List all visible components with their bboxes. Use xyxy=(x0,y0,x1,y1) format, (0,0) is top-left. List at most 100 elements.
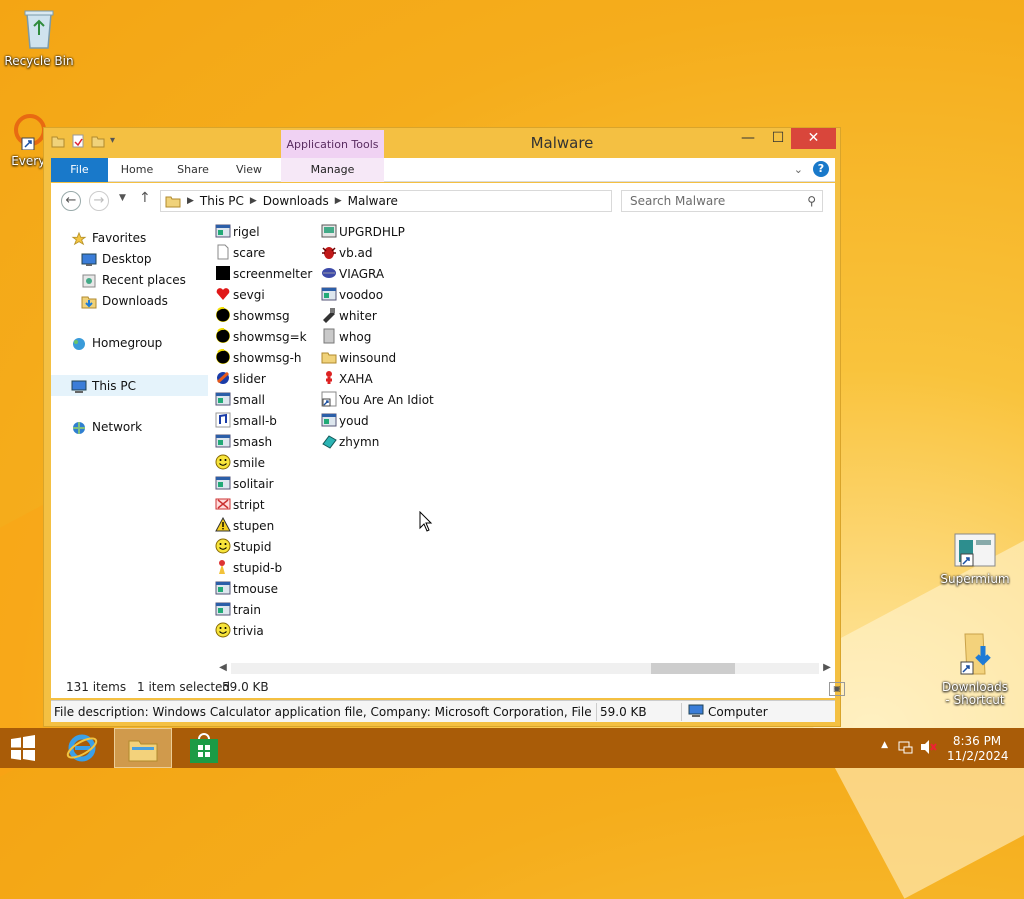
tab-home[interactable]: Home xyxy=(111,158,163,182)
title-bar[interactable]: ▾ Application Tools Malware — ☐ ✕ xyxy=(44,128,840,158)
nav-this-pc[interactable]: This PC xyxy=(51,375,208,396)
explorer-body: Favorites Desktop Recent places Download… xyxy=(51,218,835,684)
file-item[interactable]: slider xyxy=(215,369,266,390)
nav-label: Desktop xyxy=(102,252,152,266)
search-placeholder: Search Malware xyxy=(630,194,726,208)
file-name: voodoo xyxy=(339,288,384,302)
file-item[interactable]: tmouse xyxy=(215,579,278,600)
folder-icon[interactable] xyxy=(50,133,66,149)
file-item[interactable]: small xyxy=(215,390,265,411)
file-item[interactable]: showmsg=k xyxy=(215,327,307,348)
file-item[interactable]: smash xyxy=(215,432,272,453)
warning-icon xyxy=(215,516,231,533)
clock[interactable]: 8:36 PM 11/2/2024 xyxy=(947,734,1009,764)
search-input[interactable]: Search Malware ⚲ xyxy=(621,190,823,212)
desktop-icon-supermium[interactable]: Supermium xyxy=(938,532,1012,586)
customize-toolbar-icon[interactable]: ▾ xyxy=(110,133,126,149)
nav-desktop[interactable]: Desktop xyxy=(81,249,152,270)
file-name: UPGRDHLP xyxy=(339,225,405,239)
tab-share[interactable]: Share xyxy=(167,158,219,182)
file-item[interactable]: You Are An Idiot xyxy=(321,390,434,411)
start-button[interactable] xyxy=(0,728,46,768)
file-item[interactable]: train xyxy=(215,600,261,621)
new-folder-icon[interactable] xyxy=(90,133,106,149)
volume-muted-icon[interactable] xyxy=(920,739,938,758)
forward-button[interactable]: → xyxy=(89,191,109,211)
recent-locations-icon[interactable]: ▼ xyxy=(119,193,126,203)
file-item[interactable]: screenmelter xyxy=(215,264,312,285)
scroll-track[interactable] xyxy=(231,663,819,674)
back-button[interactable]: ← xyxy=(61,191,81,211)
show-hidden-icons-icon[interactable]: ▲ xyxy=(881,740,888,750)
breadcrumb-separator-icon: ▶ xyxy=(334,196,342,206)
file-item[interactable]: showmsg xyxy=(215,306,290,327)
address-bar[interactable]: ▶ This PC ▶ Downloads ▶ Malware ⌄ ⟳ xyxy=(160,190,712,212)
desktop-icon-recycle-bin[interactable]: Recycle Bin xyxy=(2,6,76,68)
tab-manage[interactable]: Manage xyxy=(281,158,384,182)
file-item[interactable]: solitair xyxy=(215,474,274,495)
file-item[interactable]: winsound xyxy=(321,348,396,369)
file-item[interactable]: Stupid xyxy=(215,537,272,558)
taskbar-internet-explorer[interactable] xyxy=(53,728,111,768)
scroll-right-icon[interactable]: ▶ xyxy=(819,659,835,676)
file-item[interactable]: whog xyxy=(321,327,371,348)
close-button[interactable]: ✕ xyxy=(791,128,836,149)
file-item[interactable]: VIAGRA xyxy=(321,264,384,285)
app-window-icon xyxy=(215,223,231,239)
tab-view[interactable]: View xyxy=(223,158,275,182)
taskbar-store[interactable] xyxy=(175,728,233,768)
nav-network[interactable]: Network xyxy=(71,417,142,438)
large-icons-view-icon[interactable]: ▣ xyxy=(829,682,845,696)
properties-icon[interactable] xyxy=(70,133,86,149)
maximize-button[interactable]: ☐ xyxy=(764,128,792,149)
explorer-window: ▾ Application Tools Malware — ☐ ✕ File H… xyxy=(43,127,845,727)
file-item[interactable]: scare xyxy=(215,243,265,264)
scroll-left-icon[interactable]: ◀ xyxy=(215,659,231,676)
file-item[interactable]: small-b xyxy=(215,411,277,432)
file-name: XAHA xyxy=(339,372,373,386)
breadcrumb-malware[interactable]: Malware xyxy=(348,194,398,208)
file-item[interactable]: XAHA xyxy=(321,369,373,390)
file-item[interactable]: youd xyxy=(321,411,369,432)
breadcrumb-downloads[interactable]: Downloads xyxy=(263,194,329,208)
file-item[interactable]: trivia xyxy=(215,621,264,642)
breadcrumb-this-pc[interactable]: This PC xyxy=(200,194,244,208)
file-item[interactable]: vb.ad xyxy=(321,243,373,264)
network-status-icon[interactable] xyxy=(898,739,914,758)
document-icon xyxy=(215,244,231,260)
file-item[interactable]: rigel xyxy=(215,222,260,243)
app-window-icon xyxy=(215,433,231,449)
file-item[interactable]: smile xyxy=(215,453,265,474)
help-button[interactable]: ? xyxy=(813,161,829,177)
file-item[interactable]: showmsg-h xyxy=(215,348,302,369)
file-item[interactable]: UPGRDHLP xyxy=(321,222,405,243)
app-window-icon xyxy=(215,391,231,407)
desktop-icon-label: Recycle Bin xyxy=(4,54,74,68)
desktop-icon-downloads-shortcut[interactable]: Downloads - Shortcut xyxy=(938,630,1012,707)
nav-favorites[interactable]: Favorites xyxy=(71,228,146,249)
file-name: winsound xyxy=(339,351,397,365)
file-name: whog xyxy=(339,330,372,344)
file-item[interactable]: stupid-b xyxy=(215,558,282,579)
expand-ribbon-icon[interactable]: ⌄ xyxy=(794,163,803,176)
file-item[interactable]: zhymn xyxy=(321,432,379,453)
scroll-thumb[interactable] xyxy=(651,663,735,674)
file-item[interactable]: stript xyxy=(215,495,265,516)
file-item[interactable]: sevgi xyxy=(215,285,265,306)
recent-places-icon xyxy=(82,274,96,287)
file-item[interactable]: stupen xyxy=(215,516,274,537)
desktop-icon-label: Downloads - Shortcut xyxy=(942,680,1008,707)
file-item[interactable]: whiter xyxy=(321,306,377,327)
horizontal-scrollbar[interactable]: ◀ ▶ xyxy=(215,659,835,676)
file-name: scare xyxy=(233,246,266,260)
minimize-button[interactable]: — xyxy=(734,128,762,149)
file-name: screenmelter xyxy=(233,267,313,281)
nav-homegroup[interactable]: Homegroup xyxy=(71,333,162,354)
file-item[interactable]: voodoo xyxy=(321,285,383,306)
tab-file[interactable]: File xyxy=(51,158,108,182)
taskbar-file-explorer[interactable] xyxy=(114,728,172,768)
nav-recent-places[interactable]: Recent places xyxy=(81,270,186,291)
up-arrow-icon[interactable]: ↑ xyxy=(139,190,151,206)
recycle-bin-icon xyxy=(24,10,54,49)
nav-downloads[interactable]: Downloads xyxy=(81,291,168,312)
